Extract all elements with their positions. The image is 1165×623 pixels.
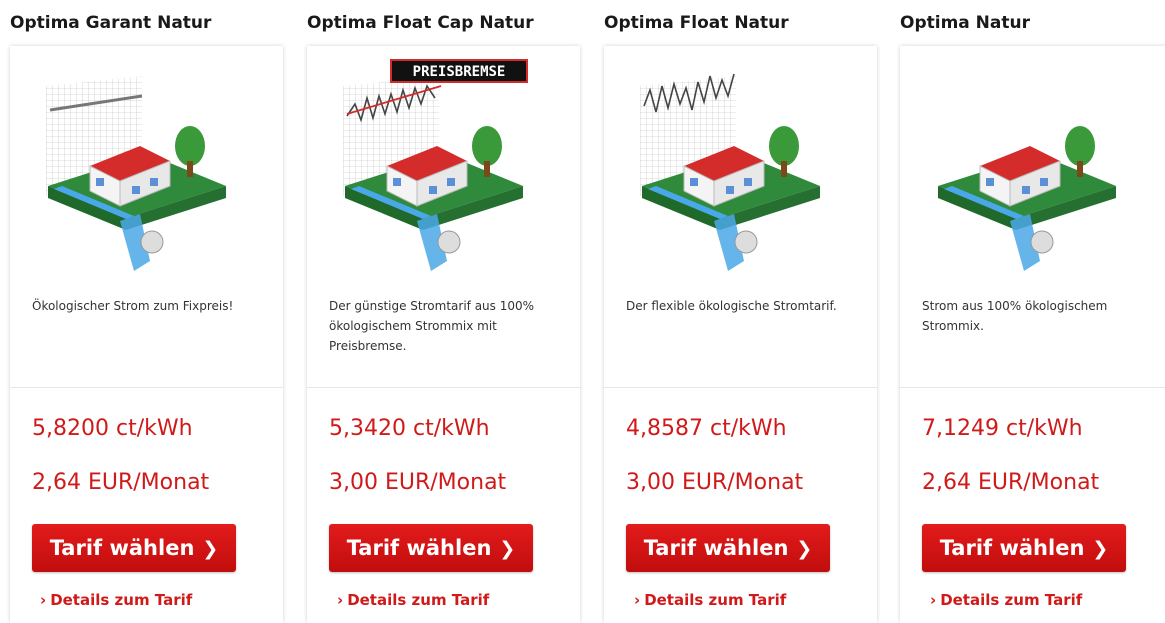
preisbremse-badge-label: PREISBREMSE	[413, 64, 506, 80]
tariff-title: Optima Natur	[900, 13, 1030, 33]
chevron-right-icon: ›	[634, 591, 641, 609]
price-per-kwh: 5,3420 ct/kWh	[329, 416, 490, 441]
details-label: Details zum Tarif	[644, 591, 787, 609]
divider	[307, 387, 580, 388]
tariff-card-optima-garant-natur: Optima Garant Natur Ökologischer Strom z…	[10, 0, 283, 623]
price-per-kwh: 7,1249 ct/kWh	[922, 416, 1083, 441]
button-label: Tarif wählen	[643, 536, 789, 560]
select-tariff-button[interactable]: Tarif wählen ❯	[32, 524, 236, 572]
tariff-card: Strom aus 100% ökologischem Strommix. 7,…	[900, 46, 1165, 623]
select-tariff-button[interactable]: Tarif wählen ❯	[329, 524, 533, 572]
select-tariff-button[interactable]: Tarif wählen ❯	[922, 524, 1126, 572]
tariff-details-link[interactable]: › Details zum Tarif	[634, 591, 786, 609]
chevron-right-icon: ❯	[1092, 538, 1109, 560]
monthly-fee: 2,64 EUR/Monat	[32, 470, 210, 495]
chevron-right-icon: ❯	[499, 538, 516, 560]
tariff-card-optima-float-cap-natur: Optima Float Cap Natur PREISBREMSE Der g…	[307, 0, 580, 623]
tariff-description: Der flexible ökologische Stromtarif.	[626, 299, 837, 313]
price-per-kwh: 4,8587 ct/kWh	[626, 416, 787, 441]
tariff-description: Strom aus 100% ökologischem Strommix.	[922, 299, 1108, 333]
tariff-title: Optima Garant Natur	[10, 13, 212, 33]
monthly-fee: 3,00 EUR/Monat	[329, 470, 507, 495]
details-label: Details zum Tarif	[50, 591, 193, 609]
tariff-title: Optima Float Cap Natur	[307, 13, 534, 33]
tariff-card: PREISBREMSE Der günstige Stromtarif aus …	[307, 46, 580, 623]
chevron-right-icon: ›	[40, 591, 47, 609]
button-label: Tarif wählen	[49, 536, 195, 560]
tariff-card: Der flexible ökologische Stromtarif. 4,8…	[604, 46, 877, 623]
tariff-card: Ökologischer Strom zum Fixpreis! 5,8200 …	[10, 46, 283, 623]
house-flat-price-illustration	[46, 76, 226, 271]
tariff-details-link[interactable]: › Details zum Tarif	[930, 591, 1082, 609]
house-fluctuating-price-illustration	[640, 73, 820, 271]
details-label: Details zum Tarif	[940, 591, 1083, 609]
chevron-right-icon: ❯	[202, 538, 219, 560]
tariff-card-optima-natur: Optima Natur Strom aus 100% ökologischem…	[900, 0, 1165, 623]
tariff-card-optima-float-natur: Optima Float Natur Der flexible ökologis…	[604, 0, 877, 623]
divider	[10, 387, 283, 388]
button-label: Tarif wählen	[939, 536, 1085, 560]
chevron-right-icon: ›	[337, 591, 344, 609]
tariff-description: Der günstige Stromtarif aus 100% ökologi…	[329, 299, 535, 353]
monthly-fee: 2,64 EUR/Monat	[922, 470, 1100, 495]
divider	[604, 387, 877, 388]
chevron-right-icon: ❯	[796, 538, 813, 560]
tariff-details-link[interactable]: › Details zum Tarif	[40, 591, 192, 609]
monthly-fee: 3,00 EUR/Monat	[626, 470, 804, 495]
tariff-details-link[interactable]: › Details zum Tarif	[337, 591, 489, 609]
button-label: Tarif wählen	[346, 536, 492, 560]
chevron-right-icon: ›	[930, 591, 937, 609]
price-per-kwh: 5,8200 ct/kWh	[32, 416, 193, 441]
select-tariff-button[interactable]: Tarif wählen ❯	[626, 524, 830, 572]
details-label: Details zum Tarif	[347, 591, 490, 609]
house-capped-price-illustration: PREISBREMSE	[343, 59, 528, 271]
tariff-description: Ökologischer Strom zum Fixpreis!	[32, 299, 234, 313]
divider	[900, 387, 1165, 388]
tariff-title: Optima Float Natur	[604, 13, 789, 33]
house-illustration	[938, 126, 1116, 271]
